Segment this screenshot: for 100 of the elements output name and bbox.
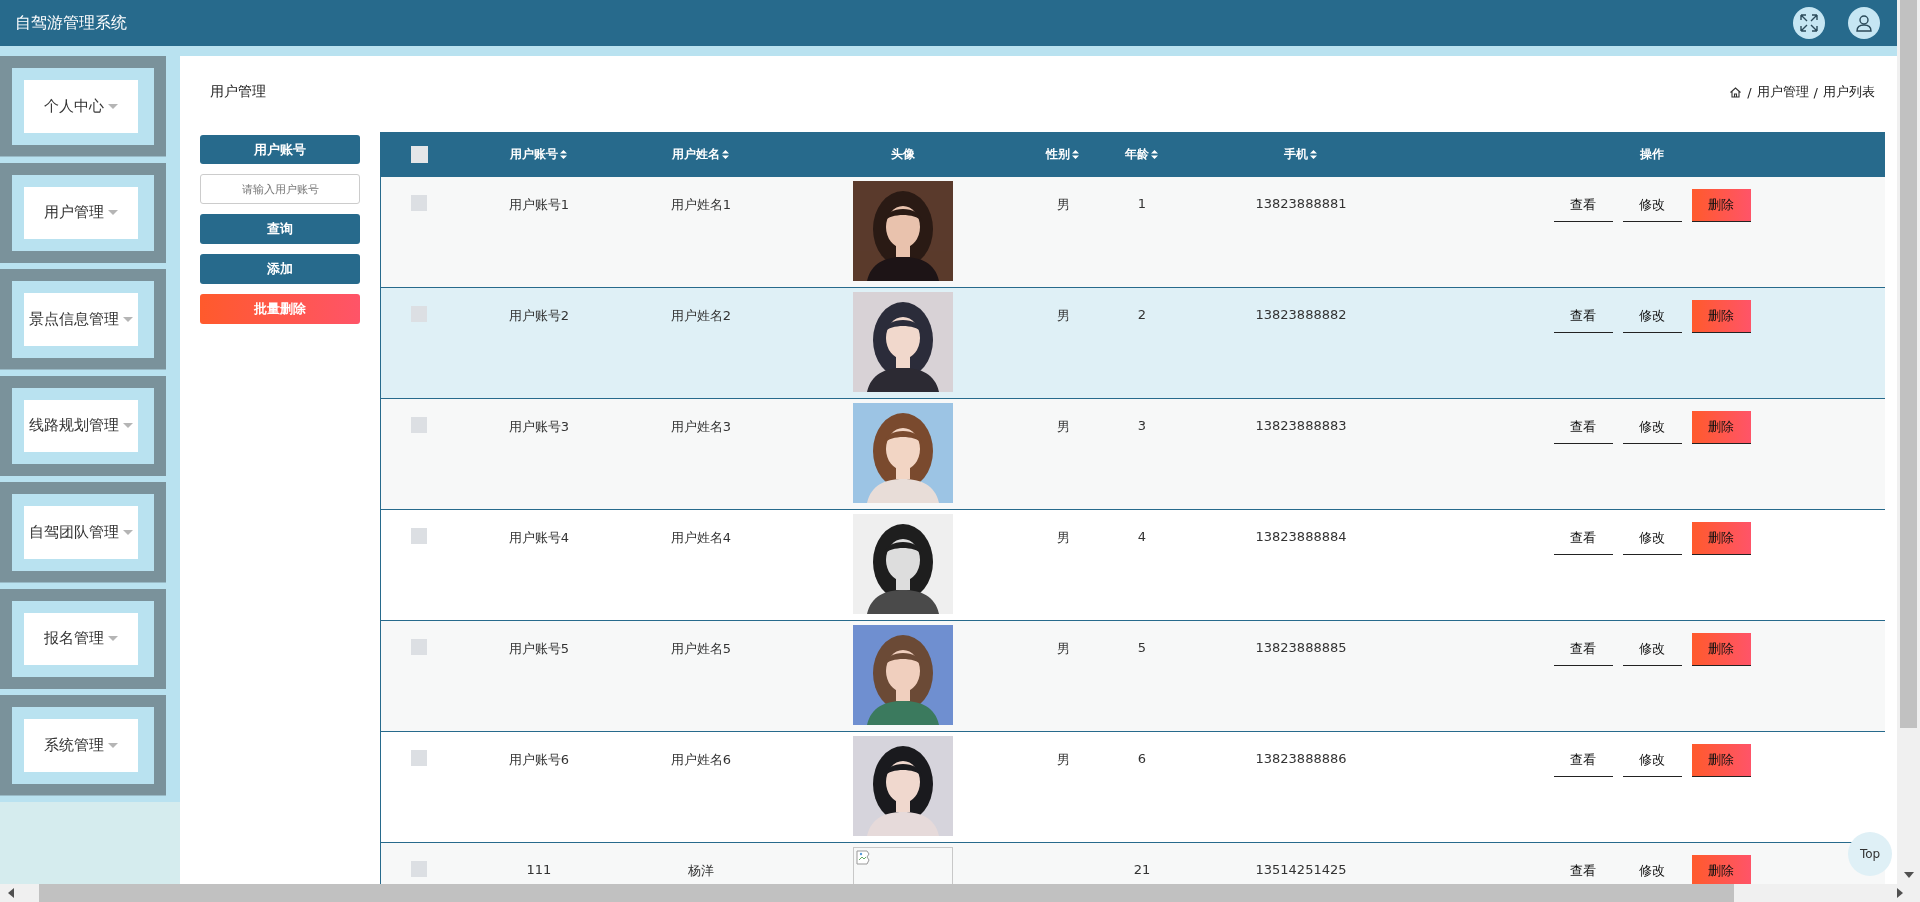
table-cell-text: 13823888883 <box>1254 417 1348 435</box>
table-cell-text: 男 <box>1055 640 1071 658</box>
caret-icon <box>108 636 118 642</box>
sidebar-item[interactable]: 用户管理 <box>24 186 138 239</box>
table-cell-text: 用户姓名2 <box>669 307 733 325</box>
sort-icon[interactable] <box>1150 149 1159 160</box>
action-button[interactable]: 查看 <box>1553 189 1613 222</box>
table-cell-text: 用户账号5 <box>507 640 571 658</box>
home-icon[interactable] <box>1729 85 1743 99</box>
delete-button[interactable]: 删除 <box>1691 522 1751 555</box>
app-title: 自驾游管理系统 <box>15 12 127 34</box>
action-button[interactable]: 修改 <box>1622 633 1682 666</box>
action-button[interactable]: 查看 <box>1553 411 1613 444</box>
horizontal-scrollbar[interactable] <box>0 884 1920 902</box>
table-cell-text: 4 <box>1136 528 1148 546</box>
column-header: 用户账号 <box>510 146 558 163</box>
table-cell-text: 用户账号1 <box>507 196 571 214</box>
table-cell-text: 13823888884 <box>1254 528 1348 546</box>
sidebar-item[interactable]: 景点信息管理 <box>24 293 138 346</box>
sidebar-item[interactable]: 个人中心 <box>24 80 138 133</box>
table-cell-text: 用户姓名4 <box>669 529 733 547</box>
breadcrumb-item[interactable]: 用户管理 <box>1756 83 1809 101</box>
table-cell-text: 5 <box>1136 639 1148 657</box>
delete-button[interactable]: 删除 <box>1691 855 1751 884</box>
row-checkbox[interactable] <box>411 750 427 766</box>
table-cell-text: 21 <box>1132 861 1152 879</box>
table-row[interactable]: 用户账号5 用户姓名5 男 5 13823888885 查看 修改 删除 <box>381 621 1885 732</box>
table-cell-text: 13823888885 <box>1254 639 1348 657</box>
action-button[interactable]: 修改 <box>1622 300 1682 333</box>
table-cell-text: 用户姓名6 <box>669 751 733 769</box>
table-cell-text: 男 <box>1055 418 1071 436</box>
broken-image-icon <box>856 850 872 866</box>
table-cell-text: 2 <box>1136 306 1148 324</box>
table-cell-text: 用户姓名1 <box>669 196 733 214</box>
delete-button[interactable]: 删除 <box>1691 411 1751 444</box>
row-checkbox[interactable] <box>411 195 427 211</box>
sort-icon[interactable] <box>1309 149 1318 160</box>
table-cell-text: 男 <box>1055 196 1071 214</box>
table-cell-text: 111 <box>525 861 553 879</box>
action-button[interactable]: 查看 <box>1553 522 1613 555</box>
field-label: 用户账号 <box>200 135 360 164</box>
column-header: 年龄 <box>1125 146 1149 163</box>
delete-button[interactable]: 删除 <box>1691 744 1751 777</box>
page-title: 用户管理 <box>210 83 266 101</box>
sidebar-item[interactable]: 报名管理 <box>24 612 138 665</box>
sort-icon[interactable] <box>721 149 730 160</box>
delete-button[interactable]: 删除 <box>1691 633 1751 666</box>
action-button[interactable]: 查看 <box>1553 744 1613 777</box>
table-cell-text: 男 <box>1055 307 1071 325</box>
table-row[interactable]: 用户账号3 用户姓名3 男 3 13823888883 查看 修改 删除 <box>381 399 1885 510</box>
sort-icon[interactable] <box>1071 149 1080 160</box>
action-button[interactable]: 修改 <box>1622 744 1682 777</box>
column-header: 操作 <box>1640 146 1664 163</box>
caret-icon <box>123 316 133 322</box>
action-button[interactable]: 查询 <box>200 214 360 244</box>
column-header: 性别 <box>1046 146 1070 163</box>
fullscreen-button[interactable] <box>1793 7 1825 39</box>
column-header: 手机 <box>1284 146 1308 163</box>
table-row[interactable]: 用户账号1 用户姓名1 男 1 13823888881 查看 修改 删除 <box>381 177 1885 288</box>
action-button[interactable]: 修改 <box>1622 411 1682 444</box>
table-cell-text: 用户姓名5 <box>669 640 733 658</box>
sidebar-item[interactable]: 线路规划管理 <box>24 399 138 452</box>
row-checkbox[interactable] <box>411 417 427 433</box>
table-cell-text: 男 <box>1055 529 1071 547</box>
delete-button[interactable]: 删除 <box>1691 189 1751 222</box>
table-cell-text: 13514251425 <box>1254 861 1348 879</box>
action-button[interactable]: 修改 <box>1622 522 1682 555</box>
table-row[interactable]: 用户账号2 用户姓名2 男 2 13823888882 查看 修改 删除 <box>381 288 1885 399</box>
sort-icon[interactable] <box>559 149 568 160</box>
column-header: 用户姓名 <box>672 146 720 163</box>
table-cell-text: 用户账号6 <box>507 751 571 769</box>
table-cell-text: 1 <box>1136 195 1148 213</box>
caret-icon <box>123 423 133 429</box>
fullscreen-icon <box>1800 14 1818 32</box>
action-button[interactable]: 修改 <box>1622 189 1682 222</box>
table-cell-text: 13823888881 <box>1254 195 1348 213</box>
action-button[interactable]: 查看 <box>1553 300 1613 333</box>
table-cell-text: 13823888886 <box>1254 750 1348 768</box>
table-cell-text: 用户账号2 <box>507 307 571 325</box>
table-cell-text: 杨洋 <box>687 862 715 880</box>
row-checkbox[interactable] <box>411 528 427 544</box>
caret-icon <box>108 742 118 748</box>
vertical-scrollbar[interactable] <box>1897 0 1920 884</box>
caret-icon <box>108 210 118 216</box>
table-cell-text: 用户姓名3 <box>669 418 733 436</box>
user-icon <box>1855 14 1873 32</box>
row-checkbox[interactable] <box>411 639 427 655</box>
select-all-checkbox[interactable] <box>410 146 428 163</box>
breadcrumb-item[interactable]: 用户列表 <box>1823 83 1875 101</box>
action-button[interactable]: 查看 <box>1553 633 1613 666</box>
delete-button[interactable]: 删除 <box>1691 300 1751 333</box>
sidebar-item[interactable]: 自驾团队管理 <box>24 506 138 559</box>
table-cell-text: 13823888882 <box>1254 306 1348 324</box>
column-header: 头像 <box>891 146 915 163</box>
row-checkbox[interactable] <box>411 861 427 877</box>
sidebar-item[interactable]: 系统管理 <box>24 719 138 772</box>
action-button[interactable]: 添加 <box>200 254 360 284</box>
table-cell-text: 3 <box>1136 417 1148 435</box>
user-button[interactable] <box>1848 7 1880 39</box>
search-field[interactable]: 请输入用户账号 <box>200 174 360 204</box>
